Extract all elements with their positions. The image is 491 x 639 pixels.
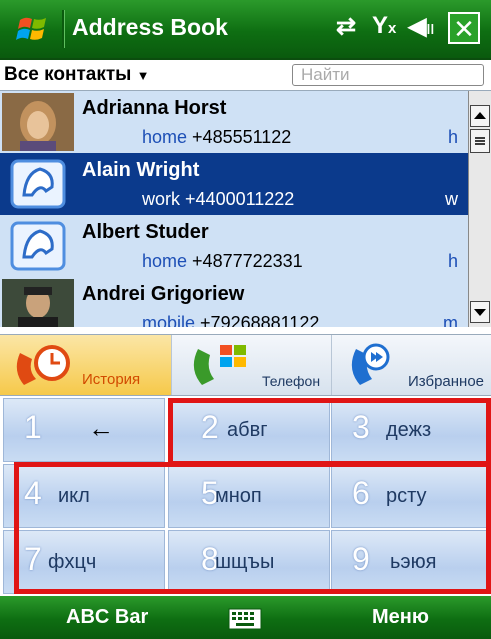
tab-label: Телефон: [262, 373, 321, 389]
windows-start-icon[interactable]: [14, 12, 54, 46]
key-letters: мноп: [215, 485, 262, 507]
app-title: Address Book: [72, 14, 228, 40]
key-letters: фхцч: [48, 551, 97, 573]
contact-phone: home +4877722331: [142, 251, 303, 272]
softkey-bar: ABC Bar Меню: [0, 596, 491, 639]
key-digit: 7: [24, 541, 42, 577]
contact-name: Albert Studer: [82, 221, 209, 243]
close-icon[interactable]: ✕: [448, 12, 480, 44]
key-9[interactable]: 9 ьэюя: [331, 530, 489, 594]
key-letters: шщъы: [215, 551, 275, 573]
contact-row-andrei-grigoriew[interactable]: Andrei Grigoriew mobile +79268881122 m: [0, 277, 468, 327]
tab-label: История: [82, 371, 141, 388]
contact-phone: work +4400011222: [142, 189, 294, 210]
backspace-arrow-icon: ←: [88, 413, 114, 443]
scroll-down-icon[interactable]: [470, 301, 490, 323]
key-4[interactable]: 4 икл: [3, 464, 165, 528]
scroll-thumb[interactable]: [470, 129, 490, 153]
search-input[interactable]: Найти: [292, 64, 484, 86]
phone-number: +4877722331: [192, 251, 303, 271]
key-1-backspace[interactable]: 1 ←: [3, 398, 165, 462]
key-2[interactable]: 2 абвг: [168, 398, 330, 462]
contact-photo: [2, 93, 74, 151]
phone-number: +485551122: [192, 127, 292, 147]
contact-phone: mobile +79268881122: [142, 313, 319, 327]
chevron-down-icon: ▼: [136, 68, 150, 83]
tab-label: Избранное: [408, 373, 485, 390]
phone-type: home: [142, 127, 188, 147]
default-contact-icon: [10, 221, 66, 271]
key-3[interactable]: 3 дежз: [331, 398, 489, 462]
contact-row-alain-wright[interactable]: Alain Wright work +4400011222 w: [0, 153, 468, 216]
phone-type-tag: w: [445, 189, 458, 209]
key-7[interactable]: 7 фхцч: [3, 530, 165, 594]
filter-bar: Все контакты ▼ Найти: [0, 60, 491, 91]
keyboard-icon[interactable]: [228, 608, 262, 630]
phone-type-tag: h: [447, 127, 458, 147]
signal-off-icon[interactable]: Yx: [372, 12, 396, 40]
phone-type-tag: h: [447, 251, 458, 271]
contact-row-adrianna-horst[interactable]: Adrianna Horst home +485551122 h: [0, 91, 468, 154]
title-separator: [62, 10, 65, 48]
contact-name: Alain Wright: [82, 159, 200, 181]
contact-list: Adrianna Horst home +485551122 h Alain W…: [0, 91, 468, 327]
phone-type: work: [142, 189, 181, 209]
tab-phone[interactable]: Телефон: [172, 335, 332, 395]
tab-history[interactable]: История: [0, 335, 172, 395]
left-softkey[interactable]: ABC Bar: [66, 606, 148, 629]
key-letters: икл: [58, 485, 90, 507]
contact-name: Adrianna Horst: [82, 97, 227, 119]
key-digit: 6: [352, 475, 370, 511]
filter-label: Все контакты: [4, 64, 132, 85]
phone-number: +4400011222: [185, 189, 295, 209]
phone-icon: [193, 345, 246, 385]
key-letters: рсту: [386, 485, 427, 507]
key-6[interactable]: 6 рсту: [331, 464, 489, 528]
key-digit: 4: [24, 475, 42, 511]
favorites-icon: [351, 343, 390, 385]
contacts-filter-dropdown[interactable]: Все контакты ▼: [4, 64, 150, 86]
phone-number: +79268881122: [200, 313, 320, 327]
key-digit: 1: [24, 409, 42, 445]
contact-photo: [2, 279, 74, 327]
tab-favorites[interactable]: Избранное: [332, 335, 491, 395]
contact-phone: home +485551122: [142, 127, 291, 148]
key-letters: ьэюя: [390, 551, 437, 573]
phone-type-tag: m: [443, 313, 458, 327]
key-5[interactable]: 5 мноп: [168, 464, 330, 528]
dial-keypad: 1 ← 2 абвг 3 дежз 4 икл 5 мноп 6 рсту 7 …: [0, 396, 491, 594]
volume-off-icon[interactable]: ◀ǀǀ: [408, 12, 434, 41]
menu-softkey[interactable]: Меню: [372, 606, 429, 629]
key-8[interactable]: 8 шщъы: [168, 530, 330, 594]
list-scrollbar[interactable]: [468, 91, 491, 327]
phone-type: mobile: [142, 313, 196, 327]
default-contact-icon: [10, 159, 66, 209]
connectivity-icon[interactable]: ⇄: [336, 12, 356, 41]
history-icon: [16, 345, 70, 385]
key-letters: дежз: [386, 419, 432, 441]
key-letters: абвг: [227, 419, 268, 441]
mode-tabs: История Телефон Избранное: [0, 334, 491, 396]
contact-row-albert-studer[interactable]: Albert Studer home +4877722331 h: [0, 215, 468, 278]
key-digit: 3: [352, 409, 370, 445]
scroll-up-icon[interactable]: [470, 105, 490, 127]
contact-name: Andrei Grigoriew: [82, 283, 245, 305]
key-digit: 9: [352, 541, 370, 577]
phone-type: home: [142, 251, 188, 271]
key-digit: 2: [201, 409, 219, 445]
title-bar: Address Book ⇄ Yx ◀ǀǀ ✕: [0, 0, 491, 60]
